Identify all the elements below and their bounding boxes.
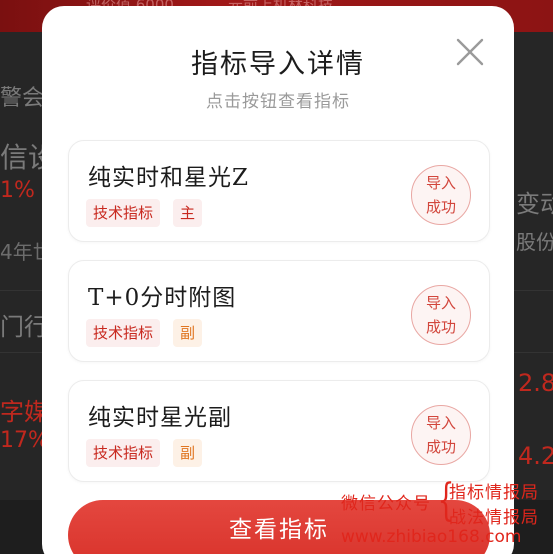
indicator-card[interactable]: T+0分时附图 技术指标 副 导入 成功: [68, 260, 490, 362]
background-text: 变动: [516, 190, 553, 218]
import-success-badge: 导入 成功: [411, 405, 471, 465]
status-text: 成功: [425, 438, 456, 456]
indicator-name: 纯实时和星光Z: [88, 165, 249, 191]
indicator-name: T+0分时附图: [88, 285, 237, 311]
close-icon: [456, 38, 484, 66]
close-button[interactable]: [450, 32, 490, 72]
import-details-modal: 指标导入详情 点击按钮查看指标 纯实时和星光Z 技术指标 主 导入 成功 T+0…: [42, 6, 514, 554]
indicator-card[interactable]: 纯实时和星光Z 技术指标 主 导入 成功: [68, 140, 490, 242]
background-text: 4.2: [518, 442, 553, 470]
modal-title: 指标导入详情: [191, 49, 365, 80]
indicator-type-tag: 技术指标: [86, 319, 161, 347]
import-success-badge: 导入 成功: [411, 165, 471, 225]
background-text: 股份设: [516, 230, 553, 254]
background-text: 2.8: [518, 369, 553, 397]
status-text: 导入: [425, 414, 456, 432]
status-text: 成功: [425, 198, 456, 216]
watermark-label: 微信公众号: [341, 494, 431, 514]
chart-position-tag: 副: [173, 439, 203, 467]
status-text: 导入: [425, 174, 456, 192]
watermark-url: www.zhibiao168.com: [341, 527, 522, 547]
indicator-type-tag: 技术指标: [86, 199, 161, 227]
status-text: 成功: [425, 318, 456, 336]
indicator-card[interactable]: 纯实时星光副 技术指标 副 导入 成功: [68, 380, 490, 482]
indicator-name: 纯实时星光副: [88, 405, 232, 431]
status-text: 导入: [425, 294, 456, 312]
chart-position-tag: 主: [173, 199, 203, 227]
watermark-line: 指标情报局: [449, 483, 539, 503]
background-text: 1%: [0, 178, 35, 203]
import-success-badge: 导入 成功: [411, 285, 471, 345]
chart-position-tag: 副: [173, 319, 203, 347]
watermark-line: 战法情报局: [449, 508, 539, 528]
indicator-type-tag: 技术指标: [86, 439, 161, 467]
modal-subtitle: 点击按钮查看指标: [206, 92, 350, 112]
